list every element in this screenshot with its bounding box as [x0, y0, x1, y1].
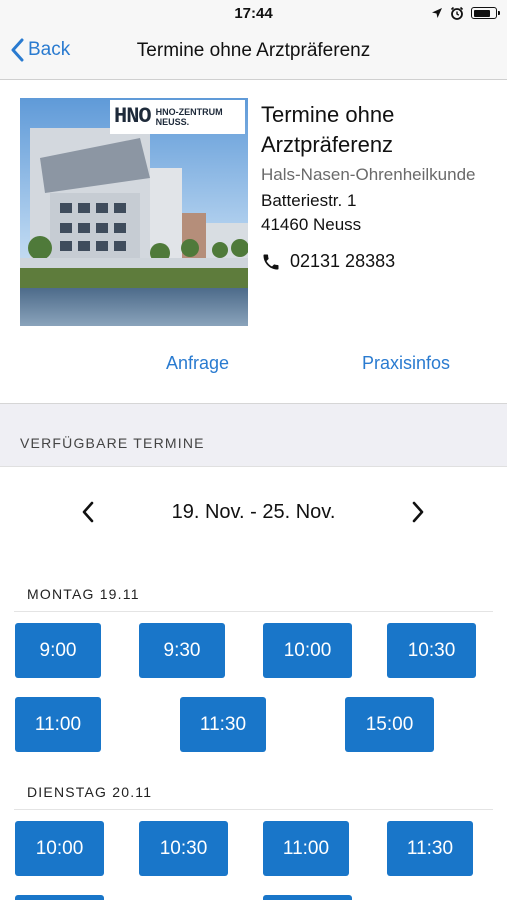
day-label-monday: MONTAG 19.11 [27, 586, 140, 602]
phone-icon [263, 254, 279, 269]
practice-actions: Anfrage Praxisinfos [0, 345, 507, 383]
time-slot[interactable]: 10:00 [15, 821, 104, 876]
time-slot-partial[interactable] [263, 895, 352, 900]
time-slot[interactable]: 9:00 [15, 623, 101, 678]
week-range: 19. Nov. - 25. Nov. [171, 501, 336, 523]
day-divider [14, 611, 493, 612]
alarm-clock-icon [450, 6, 464, 20]
battery-icon [471, 7, 500, 19]
page-title-text: Termine ohne Arztpräferenz [136, 40, 371, 61]
logo-text-line1: HNO-ZENTRUM [155, 106, 223, 117]
back-button-label: Back [28, 39, 71, 60]
time-slot[interactable]: 11:00 [15, 697, 101, 752]
logo-mark: HNO [114, 104, 152, 129]
practice-info: Termine ohne Arztpräferenz Hals-Nasen-Oh… [261, 100, 491, 272]
day-divider [14, 809, 493, 810]
status-bar: 17:44 [0, 0, 507, 26]
back-button[interactable]: Back [10, 38, 70, 62]
practice-name: Termine ohne Arztpräferenz [261, 102, 395, 157]
status-icons [431, 5, 500, 21]
time-slot[interactable]: 11:00 [263, 821, 349, 876]
practice-building-illustration [20, 98, 248, 326]
time-slot[interactable]: 10:30 [387, 623, 476, 678]
appointments-section-header: VERFÜGBARE TERMINE [0, 403, 507, 467]
time-slot[interactable]: 11:30 [387, 821, 473, 876]
page-title: Termine ohne Arztpräferenz [110, 40, 397, 62]
time-slot[interactable]: 9:30 [139, 623, 225, 678]
navigation-bar: Back Termine ohne Arztpräferenz [0, 26, 507, 80]
time-slot-partial[interactable] [15, 895, 104, 900]
phone-link[interactable]: 02131 28383 [261, 251, 491, 272]
logo-text-line2: NEUSS. [155, 116, 190, 127]
day-label-tuesday: DIENSTAG 20.11 [27, 784, 153, 800]
section-title: VERFÜGBARE TERMINE [20, 435, 205, 451]
chevron-right-icon [412, 501, 424, 523]
chevron-left-icon [11, 38, 24, 62]
practice-address: Batteriestr. 1 41460 Neuss [261, 189, 491, 237]
phone-number: 02131 28383 [290, 251, 396, 271]
practice-info-button[interactable]: Praxisinfos [362, 353, 450, 374]
time-slot[interactable]: 11:30 [180, 697, 266, 752]
week-navigation: 19. Nov. - 25. Nov. [0, 490, 507, 534]
practice-photo: HNO HNO-ZENTRUM NEUSS. [20, 98, 248, 326]
address-street: Batteriestr. 1 [261, 191, 357, 210]
location-arrow-icon [432, 8, 442, 18]
time-slot[interactable]: 15:00 [345, 697, 434, 752]
address-city: 41460 Neuss [261, 215, 362, 234]
request-button[interactable]: Anfrage [166, 353, 229, 374]
next-week-button[interactable] [410, 500, 426, 529]
practice-logo: HNO HNO-ZENTRUM NEUSS. [114, 104, 223, 129]
time-slot[interactable]: 10:00 [263, 623, 352, 678]
practice-specialty: Hals-Nasen-Ohrenheilkunde [261, 165, 476, 184]
time-slot[interactable]: 10:30 [139, 821, 228, 876]
